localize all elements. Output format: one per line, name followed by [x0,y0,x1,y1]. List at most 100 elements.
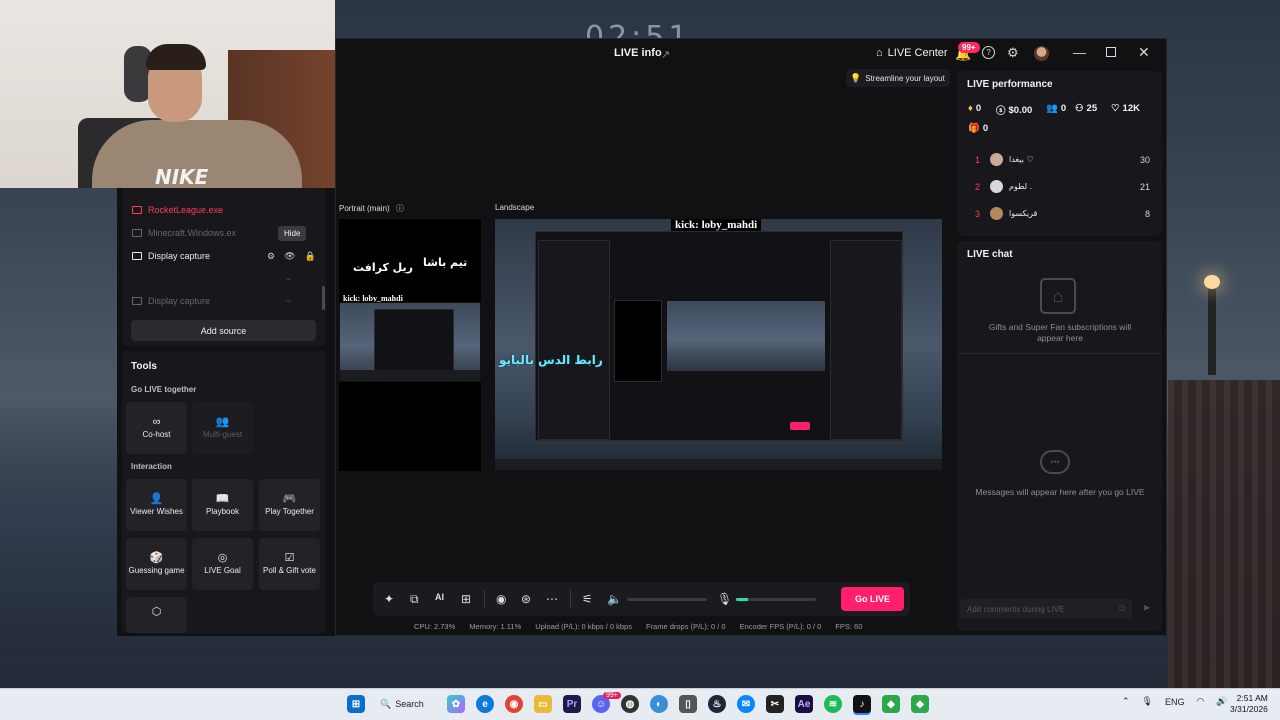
help-icon[interactable]: ? [982,46,995,59]
mobile-link-icon[interactable]: ▯ [679,695,697,713]
viewer-name: بيغدا ♡ [1009,155,1034,164]
mic-level-meter[interactable] [736,598,816,601]
portrait-preview[interactable]: تيم باشا ريل كرافت kick: loby_mahdi [339,219,481,471]
live-goal-tile[interactable]: ◎ LIVE Goal [192,538,253,590]
tile-label: Guessing game [128,565,185,575]
more-options-icon[interactable]: ⋯ [546,592,558,606]
tools-title: Tools [131,361,157,372]
dollar-icon: ⓢ [996,106,1006,117]
lock-icon[interactable]: 🔒 [305,251,316,262]
tiktok-live-icon[interactable]: ♪ [853,695,871,713]
play-together-tile[interactable]: 🎮 Play Together [259,479,320,531]
go-live-button[interactable]: Go LIVE [841,587,904,611]
taskbar-search[interactable]: 🔍 Search [380,694,432,714]
new-followers-metric: ⚇ 25 [1075,103,1097,114]
volume-icon[interactable]: 🔊 [1216,696,1227,707]
chevron-up-icon[interactable]: ⌃ [1122,696,1130,707]
wifi-icon[interactable]: ◠ [1197,696,1205,707]
speaker-icon[interactable]: 🔈 [607,592,622,606]
after-effects-icon[interactable]: Ae [795,695,813,713]
windows-start-icon[interactable]: ⊞ [347,695,365,713]
hidden-eye-icon[interactable]: ⌣ [286,296,291,306]
scene-icon[interactable]: ⧉ [410,592,419,607]
webcam-feed: NIKE [0,0,335,188]
audio-mixer-icon[interactable]: ⚟ [582,592,593,606]
volume-slider[interactable] [627,598,707,601]
layout-tip-text: Streamline your layout [865,73,945,83]
profile-avatar[interactable] [1034,46,1049,61]
ranking-row[interactable]: 3 قريكسوا 8 [975,207,1150,220]
landscape-preview[interactable]: kick: loby_mahdi رابط الدس بالبايو [495,219,942,470]
monitor-icon [132,252,142,260]
info-icon[interactable]: ⓘ [396,204,404,213]
capcut-icon[interactable]: ✂ [766,695,784,713]
multiguest-tile[interactable]: 👥 Multi-guest [192,402,253,454]
mini-window [374,309,454,371]
source-item[interactable]: RocketLeague.exe [132,205,223,215]
source-label: Display capture [148,251,211,261]
source-item-selected[interactable]: Display capture [132,251,210,261]
minimize-icon[interactable]: — [1073,45,1086,60]
home-icon: ⌂ [876,47,883,59]
add-scene-icon[interactable]: ⊞ [461,592,471,606]
playbook-tile[interactable]: 📖 Playbook [192,479,253,531]
spotify-icon[interactable]: ≋ [824,695,842,713]
earnings-metric: ⓢ $0.00 [996,103,1032,118]
poll-gift-tile[interactable]: ☑ Poll & Gift vote [259,538,320,590]
add-source-button[interactable]: Add source [131,320,316,341]
microphone-icon[interactable]: 🎙 [717,592,732,606]
layout-tip[interactable]: 💡 Streamline your layout [846,69,950,87]
comment-input[interactable] [960,599,1132,619]
hidden-eye-icon[interactable]: ⌣ [286,274,291,284]
viewer-wishes-tile[interactable]: 👤 Viewer Wishes [126,479,187,531]
cohost-tile[interactable]: ∞ Co-host [126,402,187,454]
overlay-kick-text: kick: loby_mahdi [671,219,762,231]
guessing-game-tile[interactable]: 🎲 Guessing game [126,538,187,590]
magic-wand-icon[interactable]: ✦ [384,592,394,606]
fps-stat: FPS: 60 [835,622,863,631]
edge-icon[interactable]: e [476,695,494,713]
tile-label: Multi-guest [202,429,243,439]
ranking-row[interactable]: 1 بيغدا ♡ 30 [975,153,1150,166]
app-icon[interactable]: ◆ [882,695,900,713]
share-icon[interactable]: ↗ [661,48,670,61]
app-icon[interactable]: ◐ [650,695,668,713]
mic-level-fill [736,598,748,601]
ranking-row[interactable]: 2 لطوم . 21 [975,180,1150,193]
landscape-label: Landscape [495,203,535,212]
visibility-eye-icon[interactable]: 👁 [284,251,295,262]
steam-icon[interactable]: ♨ [708,695,726,713]
live-center-button[interactable]: ⌂ LIVE Center [876,47,948,59]
close-icon[interactable]: ✕ [1138,44,1150,61]
source-item[interactable]: Minecraft.Windows.ex [132,228,236,238]
file-explorer-icon[interactable]: ▭ [534,695,552,713]
source-settings-icon[interactable]: ⚙ [267,251,275,262]
maximize-icon[interactable] [1106,47,1116,57]
rank-number: 2 [975,181,981,192]
microphone-tray-icon[interactable]: 🎙 [1142,696,1153,707]
language-indicator[interactable]: ENG [1165,697,1185,707]
more-tool-tile[interactable]: ⬡ [126,597,187,633]
live-center-label: LIVE Center [887,47,948,59]
live-performance-title: LIVE performance [967,79,1053,90]
record-icon[interactable]: ◉ [496,592,506,606]
premiere-pro-icon[interactable]: Pr [563,695,581,713]
send-icon[interactable]: ➤ [1142,603,1150,614]
obs-icon[interactable]: ◍ [621,695,639,713]
interaction-heading: Interaction [131,462,172,471]
camera-effects-icon[interactable]: ⊛ [521,592,531,606]
ai-icon[interactable]: AI [435,592,444,602]
emoji-icon[interactable]: ☺ [1117,603,1127,614]
copilot-icon[interactable]: ✿ [447,695,465,713]
discord-badge: 99+ [603,692,621,699]
messenger-icon[interactable]: ✉ [737,695,755,713]
viewers-icon: 👥 [1046,103,1058,114]
chrome-icon[interactable]: ◉ [505,695,523,713]
taskbar-clock[interactable]: 2:51 AM 3/31/2026 [1230,693,1268,715]
app-icon[interactable]: ◆ [911,695,929,713]
sources-scrollbar[interactable] [322,286,325,310]
settings-gear-icon[interactable]: ⚙ [1007,45,1019,61]
viewer-wishes-icon: 👤 [149,492,164,505]
source-item[interactable]: Display capture [132,296,210,306]
source-actions: ⚙ 👁 🔒 [267,251,316,262]
